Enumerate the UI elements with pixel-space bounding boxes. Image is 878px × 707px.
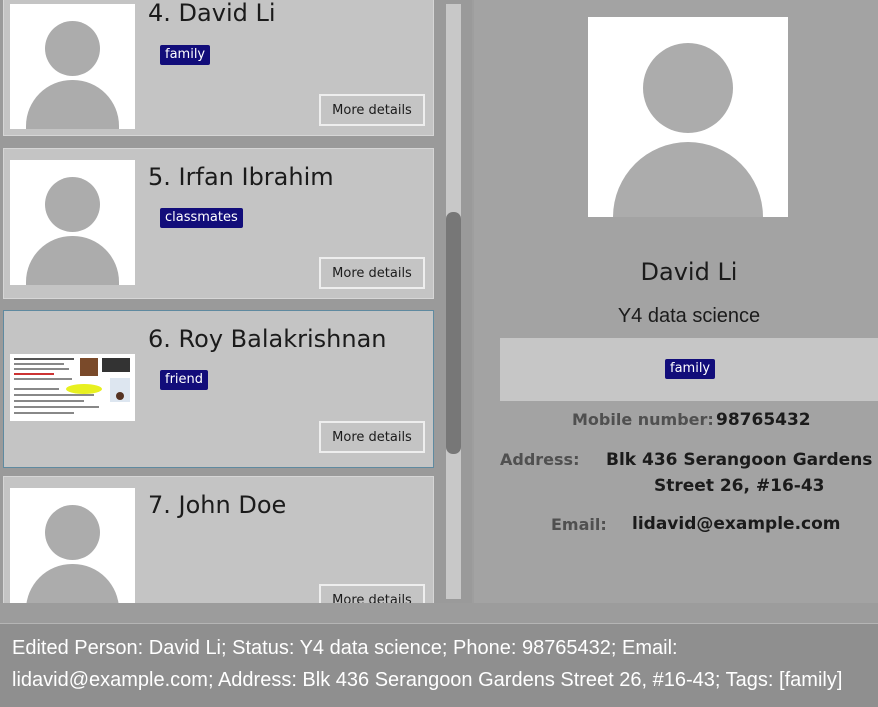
panel-divider [0, 603, 878, 623]
result-display: Edited Person: David Li; Status: Y4 data… [0, 623, 878, 707]
result-message: Edited Person: David Li; Status: Y4 data… [12, 637, 843, 691]
email-value: lidavid@example.com [632, 514, 841, 534]
email-label: Email: [551, 515, 607, 534]
address-line-2: Street 26, #16-43 [654, 476, 825, 496]
person-card[interactable]: 5. Irfan Ibrahim classmates More details [3, 148, 434, 299]
mobile-label: Mobile number: [572, 410, 714, 429]
avatar-head-icon [45, 21, 100, 76]
person-index: 7. [148, 491, 171, 519]
person-name-text: Roy Balakrishnan [178, 325, 387, 353]
person-card[interactable]: 4. David Li family More details [3, 0, 434, 136]
tag-badge: friend [160, 370, 209, 390]
person-index: 5. [148, 163, 171, 191]
more-details-button[interactable]: More details [319, 257, 425, 289]
tag-badge: classmates [160, 208, 243, 228]
detail-name: David Li [640, 258, 738, 286]
thumbnail-image [10, 354, 135, 421]
detail-status: Y4 data science [617, 305, 761, 327]
person-card[interactable]: 6. Roy Balakrishnan friend More details [3, 310, 434, 468]
avatar-body-icon [613, 142, 763, 217]
detail-avatar [588, 17, 788, 217]
person-index: 6. [148, 325, 171, 353]
avatar-head-icon [45, 177, 100, 232]
address-line-1: Blk 436 Serangoon Gardens [606, 450, 873, 470]
list-scrollbar-thumb[interactable] [446, 212, 461, 454]
avatar-body-icon [26, 564, 119, 603]
detail-tags: family [500, 338, 878, 401]
avatar [10, 160, 135, 285]
person-name-text: David Li [178, 0, 276, 27]
screenshot-thumbnail [10, 354, 135, 421]
tag-badge: family [160, 45, 211, 65]
person-detail-panel: David Li Y4 data science family Mobile n… [474, 0, 878, 613]
avatar [10, 4, 135, 129]
avatar-body-icon [26, 236, 119, 285]
person-card[interactable]: 7. John Doe More details [3, 476, 434, 603]
person-index: 4. [148, 0, 171, 27]
person-name-text: John Doe [178, 491, 287, 519]
person-list-panel: 4. David Li family More details 5. Irfan… [0, 0, 472, 603]
mobile-value: 98765432 [716, 410, 811, 430]
person-name-text: Irfan Ibrahim [178, 163, 334, 191]
person-name: 7. John Doe [148, 491, 286, 519]
more-details-button[interactable]: More details [319, 94, 425, 126]
person-name: 6. Roy Balakrishnan [148, 325, 386, 353]
more-details-button[interactable]: More details [319, 584, 425, 603]
address-label: Address: [500, 450, 580, 469]
avatar [10, 488, 135, 603]
person-name: 4. David Li [148, 0, 276, 27]
avatar-body-icon [26, 80, 119, 129]
person-name: 5. Irfan Ibrahim [148, 163, 334, 191]
more-details-button[interactable]: More details [319, 421, 425, 453]
avatar-head-icon [643, 43, 733, 133]
avatar-head-icon [45, 505, 100, 560]
tag-badge: family [665, 359, 716, 379]
